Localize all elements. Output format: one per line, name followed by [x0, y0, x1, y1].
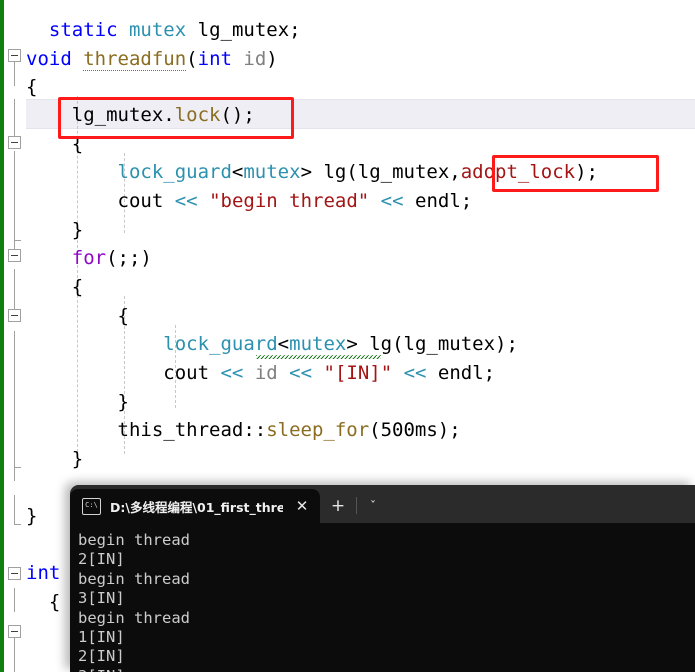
code-line-3[interactable]: { — [26, 73, 37, 101]
code-line-18[interactable]: } — [26, 502, 37, 530]
console-icon: C:\ — [82, 497, 101, 515]
code-line-2[interactable]: void threadfun(int id) — [26, 45, 278, 73]
terminal-tab-bar[interactable]: C:\ D:\多线程编程\01_first_thread' ✕ + ˇ — [70, 485, 695, 523]
code-line-13[interactable]: cout << id << "[IN]" << endl; — [26, 359, 495, 387]
code-line-9[interactable]: for(;;) — [26, 244, 152, 272]
code-line-1[interactable]: static mutex lg_mutex; — [26, 16, 301, 44]
fold-end-tick — [14, 240, 21, 241]
code-line-16[interactable]: } — [26, 445, 83, 473]
close-icon[interactable]: ✕ — [292, 498, 312, 514]
code-line-7[interactable]: cout << "begin thread" << endl; — [26, 187, 473, 215]
terminal-output-line: begin thread — [78, 608, 190, 627]
fold-connector — [14, 495, 15, 525]
terminal-tab[interactable]: C:\ D:\多线程编程\01_first_thread' ✕ — [70, 489, 320, 523]
terminal-output-line: 3[IN] — [78, 667, 695, 672]
terminal-output-line: begin thread — [78, 531, 190, 549]
outlining-gutter[interactable] — [4, 0, 26, 672]
code-line-21[interactable]: { — [26, 588, 60, 616]
code-line-10[interactable]: { — [26, 273, 83, 301]
code-line-6[interactable]: lock_guard<mutex> lg(lg_mutex,adopt_lock… — [26, 158, 598, 186]
fold-toggle-main[interactable] — [8, 567, 21, 580]
fold-toggle-threadfun[interactable] — [8, 49, 21, 62]
terminal-output-line: 1[IN] — [78, 628, 125, 647]
fold-connector — [14, 467, 15, 481]
code-line-8[interactable]: } — [26, 216, 83, 244]
chevron-down-icon[interactable]: ˇ — [357, 489, 389, 523]
fold-connector — [14, 588, 15, 612]
new-tab-icon[interactable]: + — [320, 489, 356, 523]
terminal-output[interactable]: begin thread 2[IN] begin thread 3[IN] be… — [70, 523, 695, 672]
terminal-tab-title: D:\多线程编程\01_first_thread' — [110, 499, 283, 515]
fold-end-tick — [14, 524, 21, 525]
terminal-window[interactable]: C:\ D:\多线程编程\01_first_thread' ✕ + ˇ begi… — [70, 485, 695, 672]
code-line-11[interactable]: { — [26, 302, 129, 330]
code-line-4[interactable]: lg_mutex.lock(); — [26, 101, 255, 129]
code-line-14[interactable]: } — [26, 388, 129, 416]
fold-toggle-block-3[interactable] — [8, 625, 21, 638]
fold-connector — [14, 62, 15, 86]
fold-connector — [14, 331, 15, 411]
terminal-output-line: 2[IN] — [78, 647, 125, 666]
code-line-15[interactable]: this_thread::sleep_for(500ms); — [26, 416, 461, 444]
terminal-output-line: 2[IN] — [78, 550, 125, 569]
fold-toggle-for-loop[interactable] — [8, 249, 21, 262]
fold-connector — [14, 411, 15, 468]
fold-toggle-block-1[interactable] — [8, 136, 21, 149]
code-line-5[interactable]: { — [26, 130, 83, 158]
fold-connector — [14, 99, 15, 137]
fold-connector — [14, 151, 15, 241]
code-line-12[interactable]: lock_guard<mutex> lg(lg_mutex); — [26, 330, 518, 358]
code-line-20[interactable]: int — [26, 559, 60, 587]
terminal-output-line: 3[IN] — [78, 589, 125, 608]
fold-toggle-block-2[interactable] — [8, 309, 21, 322]
terminal-output-line: begin thread — [78, 569, 190, 588]
fold-end-tick — [14, 467, 21, 468]
